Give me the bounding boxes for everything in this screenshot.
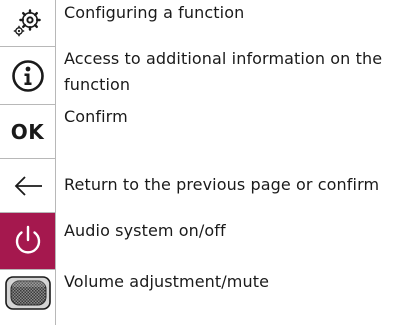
legend-description: Access to additional information on the … (64, 49, 383, 94)
ok-icon: OK (10, 119, 45, 144)
volume-knob-icon (4, 275, 51, 311)
icon-cell: OK (0, 104, 56, 158)
icon-cell (0, 158, 56, 212)
icon-cell (0, 0, 56, 46)
icon-cell (0, 46, 56, 104)
settings-gears-icon (11, 6, 45, 40)
legend-row-configure: Configuring a function (0, 0, 415, 46)
legend-description: Audio system on/off (64, 221, 226, 240)
legend-row-return: Return to the previous page or confirm (0, 158, 415, 212)
back-arrow-icon (11, 172, 45, 200)
legend-description: Volume adjustment/mute (64, 272, 270, 291)
legend-row-info: Access to additional information on the … (0, 46, 415, 104)
icon-cell (0, 212, 56, 269)
legend-description: Confirm (64, 107, 128, 126)
icon-cell (0, 269, 56, 325)
power-icon (11, 223, 45, 259)
legend-row-power: Audio system on/off (0, 212, 415, 269)
legend-row-volume: Volume adjustment/mute (0, 269, 415, 325)
legend-description: Configuring a function (64, 3, 245, 22)
icon-legend-table: Configuring a function Access to additio… (0, 0, 415, 325)
legend-row-confirm: OK Confirm (0, 104, 415, 158)
legend-description: Return to the previous page or confirm (64, 175, 380, 194)
info-icon (11, 59, 45, 93)
